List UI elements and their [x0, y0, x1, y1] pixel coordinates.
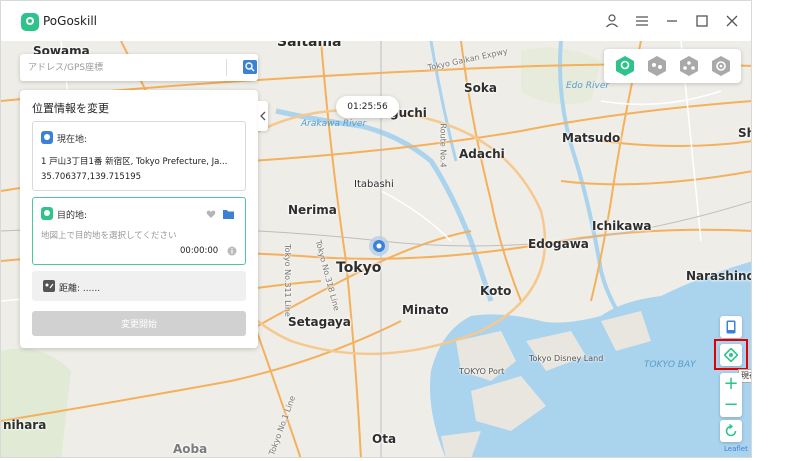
search-icon[interactable]	[243, 60, 257, 74]
menu-icon[interactable]	[634, 13, 650, 29]
search-input[interactable]	[20, 54, 225, 81]
destination-pin-icon	[41, 207, 53, 220]
app-window: PoGoskill Saitama Sowama Soka Matsudo Ad…	[0, 0, 752, 458]
map-label-matsudo: Matsudo	[562, 131, 621, 145]
panel-collapse-toggle[interactable]	[258, 101, 268, 131]
map-label-edogawa: Edogawa	[528, 237, 589, 251]
phone-icon	[726, 320, 736, 334]
destination-time: 00:00:00	[180, 246, 219, 256]
map-label-koto: Koto	[480, 284, 512, 298]
panel-title: 位置情報を変更	[32, 102, 109, 115]
multi-spot-mode-icon[interactable]	[678, 55, 700, 77]
user-icon[interactable]	[604, 13, 620, 29]
map-label-tokyo-disney: Tokyo Disney Land	[529, 354, 604, 363]
map-label-nerima: Nerima	[288, 203, 337, 217]
search-divider	[226, 59, 227, 76]
chevron-left-icon	[260, 111, 266, 121]
map-label-aoba: Aoba	[173, 442, 208, 456]
info-icon[interactable]	[227, 246, 237, 256]
map-label-ichikawa: Ichikawa	[592, 219, 652, 233]
map-label-shi: Shi	[738, 126, 751, 140]
map-label-adachi: Adachi	[459, 147, 505, 161]
search-box	[20, 54, 258, 81]
joystick-mode-icon[interactable]	[710, 55, 732, 77]
map-label-itabashi: Itabashi	[354, 179, 394, 190]
map-label-tokyo-bay: TOKYO BAY	[644, 360, 696, 370]
map-label-tokyo-port: TOKYO Port	[459, 367, 505, 376]
map-label-r4: Route No.4	[438, 123, 448, 168]
app-title: PoGoskill	[43, 14, 97, 28]
distance-row: 距離: ......	[32, 271, 246, 301]
map-label-narashino: Narashino	[686, 269, 752, 283]
heart-icon[interactable]	[206, 209, 216, 219]
destination-card[interactable]: 目的地: 地図上で目的地を選択してください 00:00:00	[32, 197, 246, 265]
mode-toolbar	[604, 49, 741, 83]
current-location-card: 現在地: 1 戸山3丁目1番 新宿区, Tokyo Prefecture, Ja…	[32, 121, 246, 191]
cooldown-timer: 01:25:56	[336, 96, 399, 118]
map-label-minato: Minato	[402, 303, 449, 317]
current-coords: 35.706377,139.715195	[41, 172, 142, 182]
distance-label: 距離: ......	[59, 284, 101, 294]
minimize-icon[interactable]	[664, 13, 680, 29]
start-change-button[interactable]: 変更開始	[32, 311, 246, 336]
teleport-mode-icon[interactable]	[614, 55, 636, 77]
map-label-soka: Soka	[464, 81, 497, 95]
map-label-r311: Tokyo No.311 Line	[282, 244, 292, 317]
app-logo-icon	[21, 13, 39, 31]
map-label-nihara: nihara	[3, 418, 47, 432]
maximize-icon[interactable]	[694, 13, 710, 29]
zoom-control: + −	[720, 373, 742, 417]
map-label-tokyo: Tokyo	[336, 260, 382, 276]
current-address: 1 戸山3丁目1番 新宿区, Tokyo Prefecture, Ja...	[41, 157, 228, 167]
map-label-arakawa: Arakawa River	[301, 119, 367, 129]
distance-icon	[43, 280, 55, 292]
device-button[interactable]	[720, 316, 742, 338]
close-icon[interactable]	[724, 13, 740, 29]
zoom-out-button[interactable]: −	[720, 394, 742, 416]
map-label-ota: Ota	[372, 432, 397, 446]
title-bar: PoGoskill	[1, 1, 751, 41]
location-panel: 位置情報を変更 現在地: 1 戸山3丁目1番 新宿区, Tokyo Prefec…	[20, 90, 258, 348]
highlight-box	[714, 339, 748, 370]
map-label-saitama: Saitama	[277, 41, 342, 50]
leaflet-attribution[interactable]: Leaflet	[724, 445, 748, 453]
current-location-pin-icon	[41, 131, 53, 144]
refresh-icon	[725, 424, 737, 437]
destination-label: 目的地:	[57, 211, 88, 221]
zoom-in-button[interactable]: +	[720, 373, 742, 395]
current-location-label: 現在地:	[57, 135, 88, 145]
map-label-setagaya: Setagaya	[288, 315, 351, 329]
reset-button[interactable]	[720, 420, 742, 442]
folder-icon[interactable]	[223, 209, 234, 219]
two-spot-mode-icon[interactable]	[646, 55, 668, 77]
map-label-edo-river: Edo River	[566, 81, 610, 91]
destination-placeholder: 地図上で目的地を選択してください	[41, 231, 177, 241]
